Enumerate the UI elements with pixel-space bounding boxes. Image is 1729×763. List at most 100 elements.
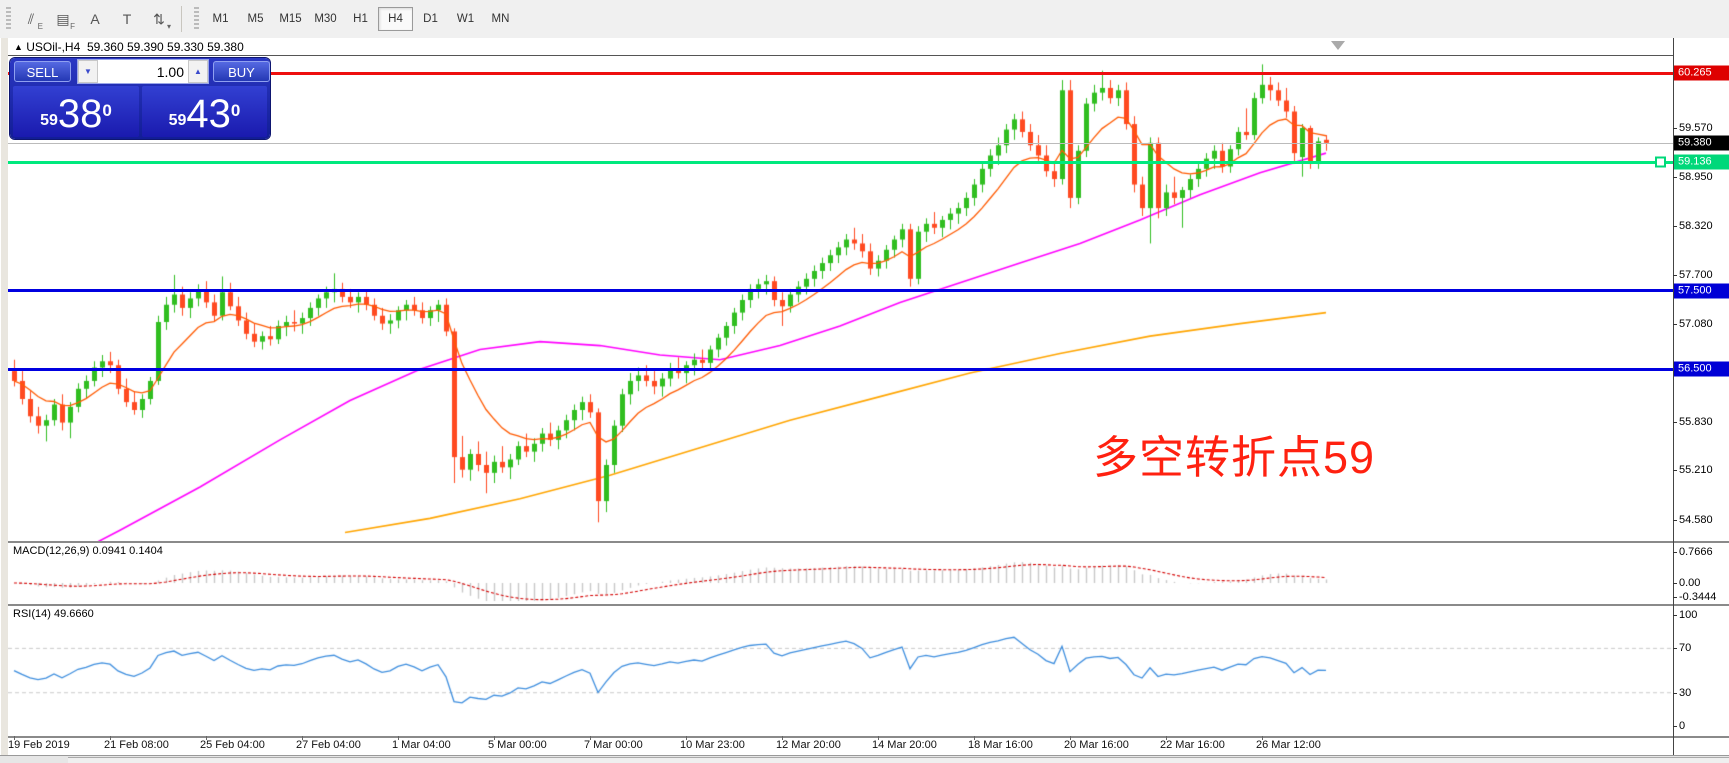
rsi-indicator-canvas[interactable] bbox=[8, 606, 1673, 735]
mt4-application-window: ⫽E▤FAT⇅▾ M1M5M15M30H1H4D1W1MN ▲ USOil-,H… bbox=[0, 0, 1729, 763]
rsi-axis-tick bbox=[1673, 693, 1677, 694]
ask-prefix: 59 bbox=[169, 108, 187, 134]
rsi-tick-label: 100 bbox=[1679, 609, 1697, 621]
date-label: 5 Mar 00:00 bbox=[488, 739, 547, 751]
bid-pip: 0 bbox=[102, 106, 111, 116]
date-label: 25 Feb 04:00 bbox=[200, 739, 265, 751]
price-tick-label: 59.570 bbox=[1679, 122, 1713, 134]
timeframe-button-MN[interactable]: MN bbox=[483, 7, 518, 31]
ask-main: 43 bbox=[186, 94, 231, 134]
timeframe-button-H1[interactable]: H1 bbox=[343, 7, 378, 31]
price-tick-label: 55.830 bbox=[1679, 416, 1713, 428]
toolbar-grip-2[interactable] bbox=[194, 7, 199, 31]
horizontal-level-line[interactable] bbox=[8, 289, 1673, 292]
macd-axis-tick bbox=[1673, 583, 1677, 584]
plot-frame-top bbox=[8, 55, 1673, 56]
chart-title: ▲ USOil-,H4 59.360 59.390 59.330 59.380 bbox=[14, 40, 244, 54]
rsi-axis-tick bbox=[1673, 615, 1677, 616]
timeframe-buttons-group: M1M5M15M30H1H4D1W1MN bbox=[203, 7, 518, 31]
symbol-timeframe-label: USOil-,H4 bbox=[26, 40, 80, 54]
price-axis-tick bbox=[1673, 520, 1677, 521]
rsi-axis-tick bbox=[1673, 726, 1677, 727]
date-label: 18 Mar 16:00 bbox=[968, 739, 1033, 751]
horizontal-level-line[interactable] bbox=[8, 161, 1673, 164]
price-tick-label: 55.210 bbox=[1679, 464, 1713, 476]
timeframe-button-H4[interactable]: H4 bbox=[378, 7, 413, 31]
ohlc-quote-label: 59.360 59.390 59.330 59.380 bbox=[87, 40, 244, 54]
date-label: 21 Feb 08:00 bbox=[104, 739, 169, 751]
date-label: 1 Mar 04:00 bbox=[392, 739, 451, 751]
current-price-label: 59.380 bbox=[1674, 135, 1729, 150]
rsi-axis-tick bbox=[1673, 648, 1677, 649]
bid-price-display[interactable]: 59380 bbox=[13, 86, 139, 137]
macd-tick-label: 0.00 bbox=[1679, 577, 1700, 589]
price-axis-tick bbox=[1673, 275, 1677, 276]
buy-button[interactable]: BUY bbox=[213, 61, 270, 82]
toolbar-separator bbox=[181, 6, 182, 32]
date-label: 12 Mar 20:00 bbox=[776, 739, 841, 751]
horizontal-scrollbar[interactable] bbox=[68, 757, 1729, 763]
status-bar bbox=[0, 755, 1729, 763]
timeframe-button-M15[interactable]: M15 bbox=[273, 7, 308, 31]
chart-shift-marker-icon[interactable] bbox=[1331, 41, 1345, 50]
macd-label: MACD(12,26,9) 0.0941 0.1404 bbox=[13, 545, 163, 557]
volume-decrease-button[interactable]: ▼ bbox=[78, 60, 98, 83]
macd-axis-tick bbox=[1673, 597, 1677, 598]
price-axis-tick bbox=[1673, 324, 1677, 325]
price-tick-label: 57.700 bbox=[1679, 269, 1713, 281]
timeframe-button-M5[interactable]: M5 bbox=[238, 7, 273, 31]
level-price-label: 57.500 bbox=[1674, 283, 1729, 298]
level-price-label: 56.500 bbox=[1674, 362, 1729, 377]
chart-annotation-text: 多空转折点59 bbox=[1093, 421, 1375, 486]
arrows-icon[interactable]: ⇅▾ bbox=[145, 6, 173, 32]
price-axis-tick bbox=[1673, 128, 1677, 129]
date-label: 7 Mar 00:00 bbox=[584, 739, 643, 751]
ask-pip: 0 bbox=[231, 106, 240, 116]
price-tick-label: 58.320 bbox=[1679, 220, 1713, 232]
horizontal-level-line[interactable] bbox=[8, 368, 1673, 371]
fibonacci-icon[interactable]: ▤F bbox=[49, 6, 77, 32]
text-label-icon[interactable]: A bbox=[81, 6, 109, 32]
line-anchor-marker[interactable] bbox=[1655, 157, 1666, 168]
price-tick-label: 58.950 bbox=[1679, 171, 1713, 183]
rsi-tick-label: 0 bbox=[1679, 720, 1685, 732]
rsi-label: RSI(14) 49.6660 bbox=[13, 608, 94, 620]
one-click-trading-panel: SELL ▼ 1.00 ▲ BUY 59380 59430 bbox=[10, 58, 270, 139]
rsi-tick-label: 30 bbox=[1679, 687, 1691, 699]
date-label: 14 Mar 20:00 bbox=[872, 739, 937, 751]
date-label: 20 Mar 16:00 bbox=[1064, 739, 1129, 751]
timeframe-button-M30[interactable]: M30 bbox=[308, 7, 343, 31]
direction-up-icon: ▲ bbox=[14, 42, 23, 52]
macd-axis-tick bbox=[1673, 552, 1677, 553]
ask-price-display[interactable]: 59430 bbox=[142, 86, 267, 137]
macd-tick-label: -0.3444 bbox=[1679, 591, 1716, 603]
timeframe-button-W1[interactable]: W1 bbox=[448, 7, 483, 31]
price-axis-tick bbox=[1673, 470, 1677, 471]
timeframe-button-M1[interactable]: M1 bbox=[203, 7, 238, 31]
price-axis-tick bbox=[1673, 422, 1677, 423]
text-box-icon[interactable]: T bbox=[113, 6, 141, 32]
price-axis-tick bbox=[1673, 226, 1677, 227]
bid-main: 38 bbox=[58, 94, 103, 134]
price-tick-label: 54.580 bbox=[1679, 514, 1713, 526]
volume-input[interactable]: 1.00 bbox=[98, 64, 188, 80]
bid-prefix: 59 bbox=[40, 108, 58, 134]
toolbar-grip[interactable] bbox=[6, 7, 11, 31]
date-label: 10 Mar 23:00 bbox=[680, 739, 745, 751]
date-label: 19 Feb 2019 bbox=[8, 739, 70, 751]
sell-button[interactable]: SELL bbox=[14, 61, 71, 82]
date-label: 22 Mar 16:00 bbox=[1160, 739, 1225, 751]
rsi-tick-label: 70 bbox=[1679, 642, 1691, 654]
date-label: 27 Feb 04:00 bbox=[296, 739, 361, 751]
price-tick-label: 57.080 bbox=[1679, 318, 1713, 330]
volume-control: ▼ 1.00 ▲ bbox=[77, 59, 209, 84]
level-price-label: 60.265 bbox=[1674, 66, 1729, 81]
toolbar: ⫽E▤FAT⇅▾ M1M5M15M30H1H4D1W1MN bbox=[0, 0, 1729, 39]
date-label: 26 Mar 12:00 bbox=[1256, 739, 1321, 751]
price-axis-tick bbox=[1673, 177, 1677, 178]
volume-increase-button[interactable]: ▲ bbox=[188, 60, 208, 83]
trade-controls-row: SELL ▼ 1.00 ▲ BUY bbox=[10, 58, 270, 85]
macd-indicator-canvas[interactable] bbox=[8, 543, 1673, 603]
equidistant-channel-icon[interactable]: ⫽E bbox=[17, 6, 45, 32]
timeframe-button-D1[interactable]: D1 bbox=[413, 7, 448, 31]
